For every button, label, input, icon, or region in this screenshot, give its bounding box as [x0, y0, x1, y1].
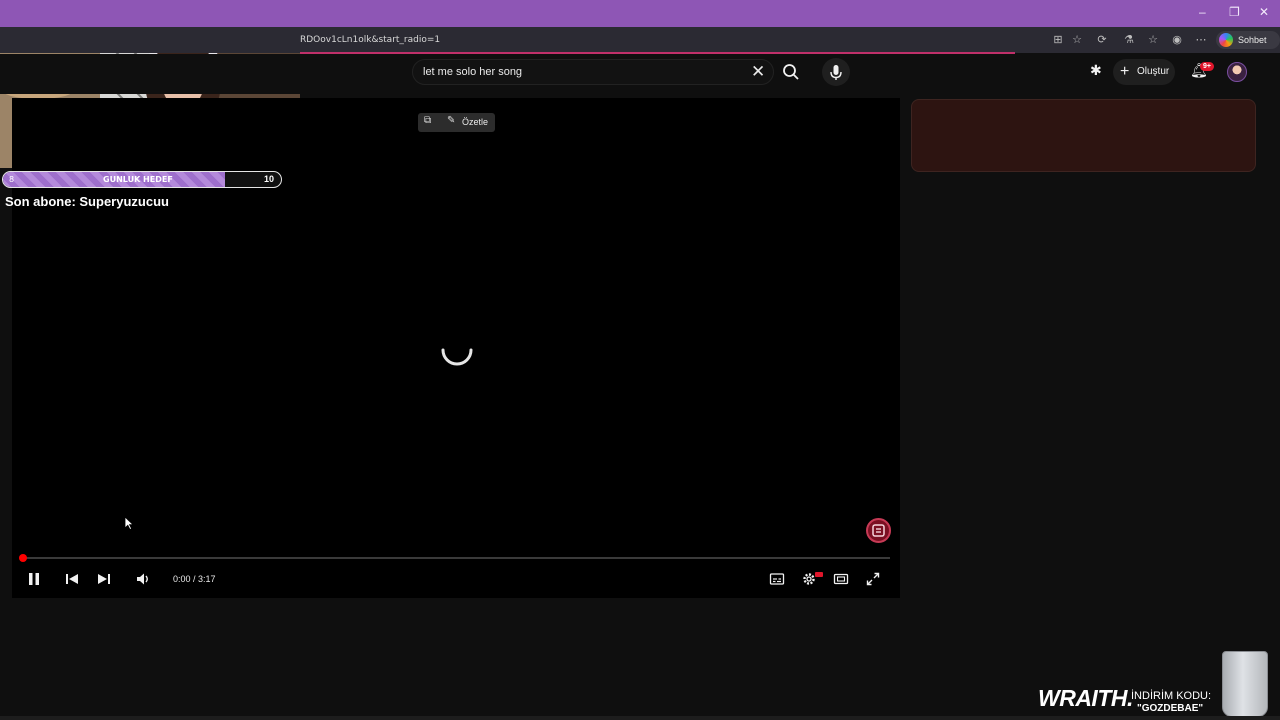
mouse-cursor-icon — [124, 516, 134, 530]
url-text[interactable]: RDOov1cLn1olk&start_radio=1 — [300, 35, 440, 45]
volume-icon[interactable] — [135, 571, 151, 587]
restore-button[interactable]: ❐ — [1229, 5, 1240, 19]
refresh-icon[interactable]: ⟳ — [1095, 33, 1109, 47]
last-subscriber-text: Son abone: Superyuzucuu — [5, 194, 169, 209]
app-available-icon[interactable]: ⊞ — [1051, 33, 1065, 47]
loading-spinner-icon — [441, 348, 473, 366]
time-display: 0:00 / 3:17 — [173, 574, 216, 584]
summarize-label[interactable]: Özetle — [462, 117, 488, 127]
next-icon[interactable] — [96, 571, 112, 587]
extensions-icon[interactable]: ⚗ — [1122, 33, 1136, 47]
minimize-button[interactable]: – — [1199, 5, 1206, 19]
time-separator: / — [190, 574, 199, 584]
add-video-icon[interactable]: ✱ — [1090, 62, 1102, 79]
daily-goal-bar: 8 GUNLUK HEDEF 10 — [2, 171, 282, 188]
theater-icon[interactable] — [833, 571, 849, 587]
close-icon[interactable]: ✕ — [751, 62, 765, 82]
time-total: 3:17 — [198, 574, 216, 584]
discount-code: "GOZDEBAE" — [1137, 703, 1204, 714]
bottom-strip — [0, 716, 1280, 720]
discount-code-label: İNDİRİM KODU: — [1131, 690, 1212, 702]
browser-address-bar: RDOov1cLn1olk&start_radio=1 — [0, 27, 1280, 53]
chat-button[interactable]: Sohbet et — [1216, 31, 1280, 63]
music-glyph — [872, 524, 885, 537]
close-window-button[interactable]: ✕ — [1259, 5, 1269, 19]
time-current: 0:00 — [173, 574, 191, 584]
mic-icon — [830, 65, 842, 80]
create-button[interactable]: + Oluştur — [1113, 59, 1175, 85]
plus-icon: + — [1120, 63, 1130, 80]
create-button-label: Oluştur — [1137, 66, 1170, 77]
cup-image — [1222, 651, 1268, 717]
browser-titlebar: – ❐ ✕ — [0, 0, 1280, 27]
profile-icon[interactable]: ◉ — [1170, 33, 1184, 47]
pause-icon[interactable] — [26, 571, 42, 587]
voice-search-button[interactable] — [822, 58, 850, 86]
more-menu-icon[interactable]: ⋯ — [1194, 33, 1208, 47]
search-icon[interactable] — [778, 59, 804, 85]
notification-badge: 9+ — [1200, 62, 1214, 71]
progress-bar[interactable] — [22, 557, 890, 559]
miniplayer-icon[interactable]: ⧉ — [424, 115, 431, 126]
daily-goal-current: 8 — [9, 175, 15, 184]
sidebar-card[interactable] — [911, 99, 1256, 172]
favorite-star-icon[interactable]: ☆ — [1070, 33, 1084, 47]
collections-icon[interactable]: ☆ — [1146, 33, 1160, 47]
search-input-value[interactable]: let me solo her song — [423, 66, 522, 78]
previous-icon[interactable] — [64, 571, 80, 587]
fullscreen-icon[interactable] — [865, 571, 881, 587]
summary-icon: ✎ — [447, 115, 456, 126]
subtitles-icon[interactable] — [769, 571, 785, 587]
sponsor-logo: WRAITH. — [1038, 685, 1133, 711]
daily-goal-label: GUNLUK HEDEF — [103, 175, 173, 184]
progress-scrubber[interactable] — [19, 554, 27, 562]
screen: – ❐ ✕ RDOov1cLn1olk&start_radio=1 ⊞ ☆ ⟳ … — [0, 0, 1280, 720]
hd-badge — [815, 572, 823, 577]
music-icon[interactable] — [866, 518, 891, 543]
daily-goal-target: 10 — [263, 174, 274, 184]
copilot-icon — [1219, 33, 1233, 47]
avatar[interactable] — [1227, 62, 1247, 82]
